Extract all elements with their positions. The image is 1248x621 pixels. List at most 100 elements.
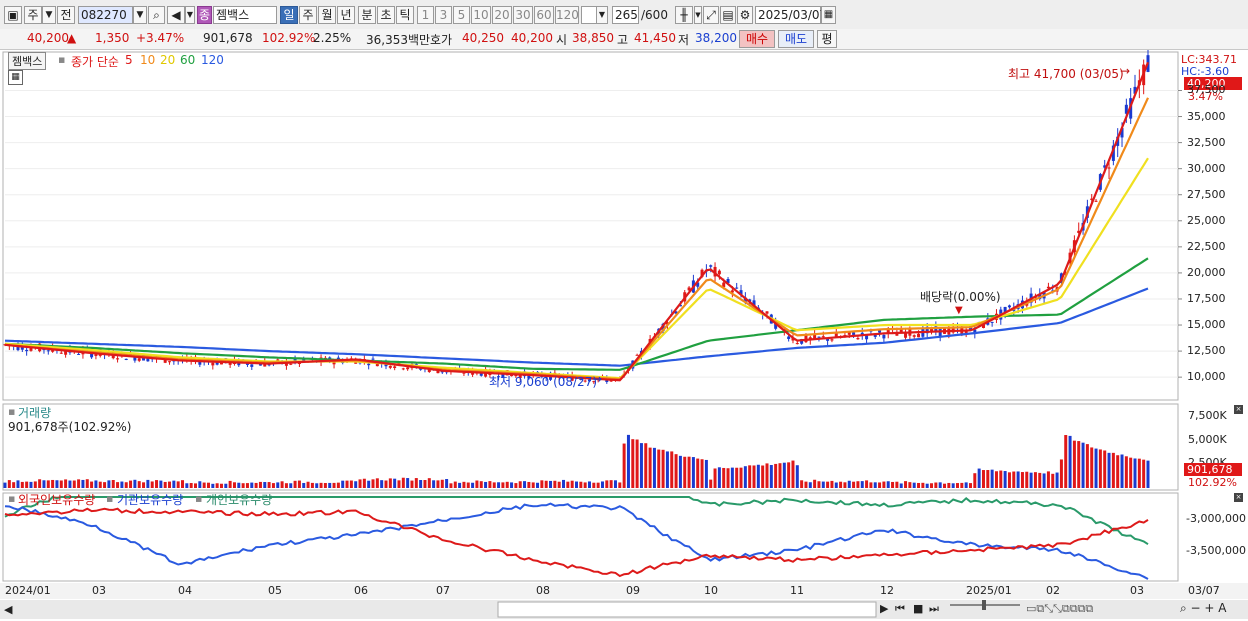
volume-bar <box>20 481 24 488</box>
speaker-dropdown-icon[interactable]: ▼ <box>185 6 195 24</box>
interval-30[interactable]: 30 <box>513 6 533 24</box>
stock-name-field[interactable]: 젬백스 <box>213 6 277 24</box>
low-arrow-icon: → <box>592 372 603 386</box>
bar-count-input[interactable]: 265 <box>612 6 639 24</box>
volume-bar <box>800 480 804 488</box>
volume-bar <box>341 480 345 488</box>
volume-bar <box>717 467 721 488</box>
stock-code-input[interactable]: 082270 <box>78 6 133 24</box>
volume-bar <box>29 481 33 488</box>
price-tick-label: 27,500 <box>1187 187 1226 201</box>
volume-bar <box>276 482 280 488</box>
fast-forward-icon[interactable]: ⏭ <box>929 602 939 616</box>
interval-120[interactable]: 120 <box>555 6 579 24</box>
volume-bar <box>228 480 232 488</box>
candle-type-dropdown-icon[interactable]: ▼ <box>694 6 702 24</box>
eval-button[interactable]: 평 <box>817 30 837 48</box>
volume-bar <box>826 481 830 488</box>
period-day[interactable]: 일 <box>280 6 298 24</box>
volume-bar <box>791 460 795 488</box>
volume-bar <box>129 480 133 488</box>
search-icon[interactable]: ⌕ <box>148 6 165 24</box>
volume-bar <box>813 479 817 488</box>
interval-10[interactable]: 10 <box>471 6 491 24</box>
volume-bar <box>609 480 613 488</box>
scroll-left-icon[interactable]: ◀ <box>4 603 12 616</box>
gear-icon[interactable]: ⚙ <box>737 6 753 24</box>
stop-icon[interactable]: ■ <box>913 602 923 615</box>
volume-bar <box>146 479 150 488</box>
volume-bar <box>544 480 548 488</box>
period-week[interactable]: 주 <box>299 6 317 24</box>
date-label-11: 2025/01 <box>966 584 1012 597</box>
custom-interval-dropdown-icon[interactable]: ▼ <box>596 6 608 24</box>
interval-1[interactable]: 1 <box>417 6 434 24</box>
volume-bar <box>613 480 617 488</box>
high-arrow-icon: → <box>1120 64 1131 78</box>
volume-bar <box>1042 473 1046 488</box>
volume-bar <box>1094 448 1098 488</box>
date-label-4: 06 <box>354 584 368 597</box>
interval-20[interactable]: 20 <box>492 6 512 24</box>
volume-bar <box>1103 450 1107 488</box>
volume-bar <box>1142 459 1146 488</box>
chart-canvas[interactable] <box>0 50 1248 621</box>
zoom-tools-icons[interactable]: ⌕ − + A <box>1180 601 1226 616</box>
open-price: 38,850 <box>572 31 614 45</box>
date-label-7: 09 <box>626 584 640 597</box>
scrollbar-thumb[interactable] <box>497 601 877 618</box>
interval-60[interactable]: 60 <box>534 6 554 24</box>
period-minute[interactable]: 분 <box>358 6 376 24</box>
bid-label: 호가 <box>430 33 453 47</box>
volume-bar <box>202 482 206 488</box>
tab-prev[interactable]: 전 <box>57 6 75 24</box>
scroll-right-icon[interactable]: ▶ <box>880 602 888 615</box>
rewind-icon[interactable]: ⏮ <box>895 602 905 616</box>
volume-bar <box>77 479 81 488</box>
volume-bar <box>107 480 111 488</box>
zoom-slider-handle[interactable] <box>982 600 986 610</box>
legend-marker-icon: ▪ <box>58 53 66 66</box>
save-icon[interactable]: ▤ <box>720 6 736 24</box>
legend-individual: 개인보유수량 <box>206 493 273 507</box>
volume-bar <box>739 467 743 488</box>
period-month[interactable]: 월 <box>318 6 336 24</box>
calendar-icon[interactable]: ▦ <box>821 6 836 24</box>
tab-stock[interactable]: 주 <box>24 6 42 24</box>
volume-bar <box>596 482 600 488</box>
volume-panel-close-icon[interactable]: × <box>1234 405 1243 414</box>
date-input[interactable]: 2025/03/07 <box>755 6 827 24</box>
volume-bar <box>388 478 392 488</box>
volume-bar <box>406 478 410 488</box>
cross-tool-icon[interactable]: ⤢ <box>703 6 719 24</box>
period-year[interactable]: 년 <box>337 6 355 24</box>
volume-bar <box>241 483 245 488</box>
volume-bar <box>168 481 172 488</box>
volume-bar <box>774 463 778 488</box>
stock-type-dropdown-icon[interactable]: ▼ <box>42 6 56 24</box>
ma120-label: 120 <box>201 53 224 67</box>
holder-panel-close-icon[interactable]: × <box>1234 493 1243 502</box>
low-price: 38,200 <box>695 31 737 45</box>
period-second[interactable]: 초 <box>377 6 395 24</box>
period-tick[interactable]: 틱 <box>396 6 414 24</box>
volume-bar <box>367 480 371 488</box>
candle-body <box>367 363 371 366</box>
price-tick-label: 37,500 <box>1187 83 1226 97</box>
stock-type-badge: 종 <box>197 6 212 24</box>
code-dropdown-icon[interactable]: ▼ <box>133 6 147 24</box>
sell-button[interactable]: 매도 <box>778 30 814 48</box>
candle-body <box>1094 200 1098 202</box>
layout-icons[interactable]: ▭⧉⤡⤡⧉⧉⧉⧉ <box>1026 602 1093 616</box>
buy-button[interactable]: 매수 <box>739 30 775 48</box>
speaker-icon[interactable]: ◀ <box>167 6 185 24</box>
window-menu-icon[interactable]: ▣ <box>4 6 22 24</box>
volume-bar <box>245 483 249 488</box>
interval-5[interactable]: 5 <box>453 6 470 24</box>
candle-type-icon[interactable]: ╫ <box>675 6 693 24</box>
volume-bar <box>258 481 262 488</box>
candle-body <box>830 339 834 341</box>
price-tick-label: 32,500 <box>1187 135 1226 149</box>
interval-3[interactable]: 3 <box>435 6 452 24</box>
table-toggle-icon[interactable]: ▦ <box>8 70 23 85</box>
